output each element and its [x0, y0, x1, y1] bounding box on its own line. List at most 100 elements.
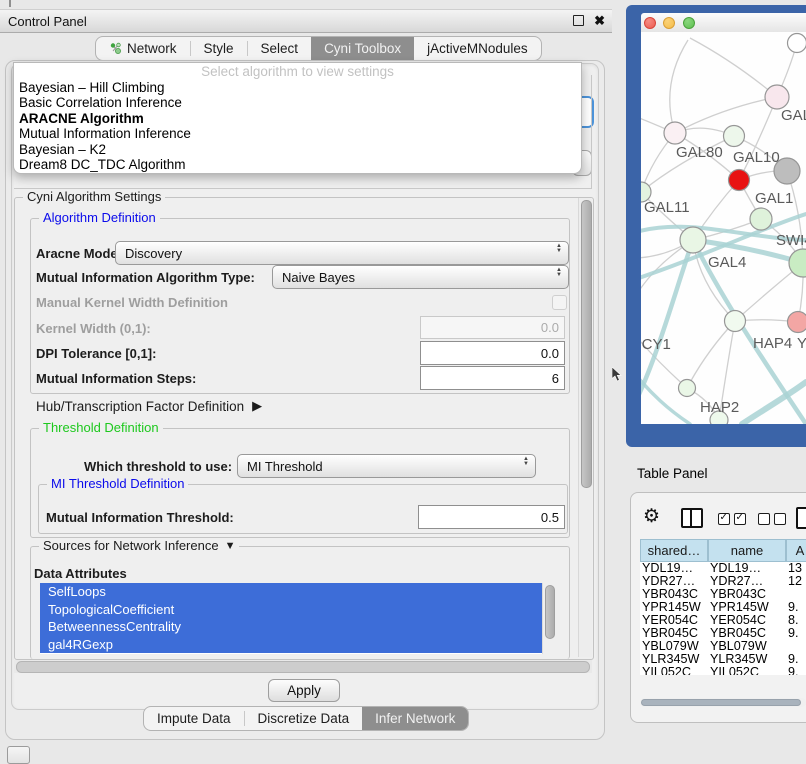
aracne-mode-combobox[interactable]: Discovery ▲▼	[115, 241, 569, 265]
network-edge[interactable]	[687, 321, 735, 388]
cyni-algorithm-settings-title: Cyni Algorithm Settings	[23, 189, 165, 204]
algorithm-popup-item[interactable]: ARACNE Algorithm	[14, 111, 581, 126]
table-cell: 9.	[788, 666, 799, 675]
dpi-tolerance-field[interactable]: 0.0	[420, 341, 565, 365]
mi-threshold-group-title: MI Threshold Definition	[47, 476, 188, 491]
hub-definition-expander[interactable]: Hub/Transcription Factor Definition ▶	[36, 398, 262, 414]
algorithm-popup-item[interactable]: Basic Correlation Inference	[14, 95, 581, 110]
network-edge[interactable]	[675, 97, 777, 133]
table-column-header[interactable]: name	[708, 539, 786, 562]
attribute-list-item[interactable]: TopologicalCoefficient	[40, 601, 554, 619]
float-panel-icon[interactable]	[573, 15, 584, 26]
occluded-groupbox-edge	[14, 188, 592, 189]
network-node[interactable]	[788, 34, 806, 53]
collapse-panel-button[interactable]	[7, 746, 30, 764]
tab-cyni-toolbox[interactable]: Cyni Toolbox	[311, 37, 414, 60]
network-node[interactable]	[680, 227, 706, 253]
network-node[interactable]	[765, 85, 789, 109]
network-node-label: SWI4	[776, 232, 806, 249]
network-edge[interactable]	[690, 38, 777, 97]
network-node[interactable]	[725, 311, 746, 332]
select-all-columns-icon[interactable]	[718, 513, 746, 525]
network-node-label: Y	[797, 335, 806, 352]
network-node[interactable]	[788, 312, 806, 333]
algorithm-popup-item[interactable]: Bayesian – Hill Climbing	[14, 80, 581, 95]
table-column-header[interactable]: A	[786, 539, 806, 562]
tab-style[interactable]: Style	[191, 37, 247, 60]
hub-definition-label: Hub/Transcription Factor Definition	[36, 399, 244, 414]
bottom-tabbar: Impute Data Discretize Data Infer Networ…	[143, 706, 469, 731]
tab-discretize-data-label: Discretize Data	[258, 711, 350, 726]
mi-threshold-field[interactable]: 0.5	[418, 505, 565, 529]
network-node[interactable]	[729, 170, 750, 191]
control-panel-titlebar: Control Panel ✖	[0, 9, 612, 33]
network-canvas[interactable]: GALGAL80GAL10GAL1GAL11SWI4GAL4GCY1HAP4YH…	[641, 32, 806, 424]
network-edge-highlighted[interactable]	[742, 382, 806, 424]
settings-hscrollbar-track[interactable]	[14, 660, 592, 673]
control-panel-title: Control Panel	[0, 14, 87, 29]
table-header-row: shared…nameA	[640, 539, 806, 562]
settings-scrollbar-thumb[interactable]	[581, 200, 592, 488]
tab-select[interactable]: Select	[248, 37, 312, 60]
algorithm-popup-item[interactable]: Mutual Information Inference	[14, 126, 581, 141]
gear-icon[interactable]: ⚙	[643, 505, 660, 528]
table-row[interactable]: YIL052CYIL052C9.	[640, 666, 806, 675]
close-panel-icon[interactable]: ✖	[594, 12, 605, 30]
table-cell: 12	[788, 575, 802, 588]
data-attributes-list[interactable]: SelfLoopsTopologicalCoefficientBetweenne…	[40, 583, 554, 654]
network-edge[interactable]	[670, 40, 688, 133]
mi-type-combobox[interactable]: Naive Bayes ▲▼	[272, 265, 569, 289]
apply-button[interactable]: Apply	[268, 679, 340, 702]
table-hscrollbar-thumb[interactable]	[641, 699, 801, 706]
manual-kernel-checkbox[interactable]	[552, 295, 567, 310]
network-node-label: GAL	[781, 107, 806, 124]
kernel-width-field[interactable]: 0.0	[420, 316, 565, 339]
manual-kernel-label: Manual Kernel Width Definition	[36, 295, 228, 310]
algorithm-popup-item[interactable]: Bayesian – K2	[14, 142, 581, 157]
algorithm-popup-item[interactable]: Dream8 DC_TDC Algorithm	[14, 157, 581, 172]
combo-spinner-icon: ▲▼	[556, 268, 562, 278]
table-column-header[interactable]: shared…	[640, 539, 708, 562]
attributes-scrollbar-thumb[interactable]	[545, 585, 555, 639]
apply-button-label: Apply	[287, 683, 321, 698]
attribute-list-item[interactable]: gal4RGexp	[40, 636, 554, 654]
sources-group-header[interactable]: Sources for Network Inference ▼	[39, 538, 239, 553]
which-threshold-label: Which threshold to use:	[84, 459, 232, 474]
attribute-list-item[interactable]: BetweennessCentrality	[40, 618, 554, 636]
network-node[interactable]	[724, 126, 745, 147]
tab-select-label: Select	[261, 41, 299, 56]
network-node[interactable]	[750, 208, 772, 230]
tab-discretize-data[interactable]: Discretize Data	[245, 707, 363, 730]
network-window-titlebar[interactable]	[641, 13, 806, 33]
combo-spinner-icon: ▲▼	[523, 457, 529, 467]
network-node-label: GAL4	[708, 254, 746, 271]
attribute-list-item[interactable]: SelfLoops	[40, 583, 554, 601]
network-node[interactable]	[679, 380, 696, 397]
split-columns-icon[interactable]	[681, 508, 703, 528]
zoom-window-icon[interactable]	[683, 17, 695, 29]
tab-jactivemnodules[interactable]: jActiveMNodules	[414, 37, 541, 60]
unchecked-box-icon	[758, 513, 770, 525]
mi-steps-field[interactable]: 6	[420, 366, 565, 390]
network-node-label: GAL1	[755, 190, 793, 207]
expander-arrow-right-icon: ▶	[252, 398, 262, 414]
which-threshold-combobox[interactable]: MI Threshold ▲▼	[237, 454, 536, 478]
attributes-scrollbar-track[interactable]	[542, 583, 555, 654]
algorithm-popup: Select algorithm to view settings Bayesi…	[13, 62, 582, 174]
network-node[interactable]	[664, 122, 686, 144]
tab-impute-data[interactable]: Impute Data	[144, 707, 244, 730]
tab-infer-network[interactable]: Infer Network	[362, 707, 468, 730]
network-graph: GALGAL80GAL10GAL1GAL11SWI4GAL4GCY1HAP4YH…	[641, 32, 806, 424]
minimize-window-icon[interactable]	[663, 17, 675, 29]
close-window-icon[interactable]	[644, 17, 656, 29]
settings-scrollbar-track[interactable]	[578, 198, 592, 657]
deselect-all-columns-icon[interactable]	[758, 513, 786, 525]
network-icon	[109, 42, 122, 55]
settings-hscrollbar-thumb[interactable]	[16, 661, 590, 673]
tab-network[interactable]: Network	[96, 37, 190, 60]
table-hscrollbar-track[interactable]	[640, 698, 806, 707]
table-cell: YIL052C	[710, 666, 759, 675]
new-table-icon[interactable]	[796, 507, 806, 529]
kernel-width-label: Kernel Width (0,1):	[36, 321, 151, 336]
occluded-groupbox-edge	[591, 75, 592, 188]
